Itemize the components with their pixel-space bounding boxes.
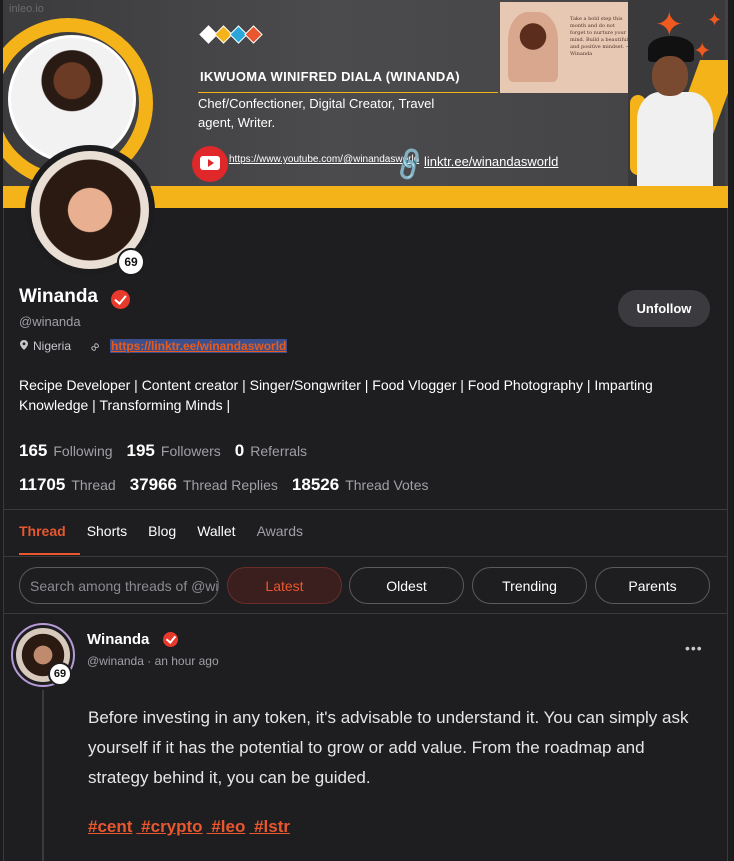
filter-parents-button[interactable]: Parents xyxy=(595,567,710,604)
banner-portrait xyxy=(8,35,136,163)
meta-separator: · xyxy=(147,654,152,668)
profile-website-link[interactable]: https://linktr.ee/winandasworld xyxy=(110,339,288,353)
stat-thread-replies: 37966 Thread Replies xyxy=(129,475,278,494)
hashtag-link[interactable]: #cent xyxy=(88,817,132,836)
post-author-name[interactable]: Winanda xyxy=(87,631,149,648)
star-icon: ✦ xyxy=(655,6,684,44)
tab-wallet[interactable]: Wallet xyxy=(197,523,235,539)
thread-search-input[interactable] xyxy=(19,567,219,604)
stats-row-threads: 11705 Thread 37966 Thread Replies 18526 Thr… xyxy=(19,475,442,495)
banner-youtube-link[interactable]: https://www.youtube.com/@winandasworld xyxy=(229,153,419,166)
youtube-play-icon xyxy=(200,156,220,170)
banner-description: Chef/Confectioner, Digital Creator, Trav… xyxy=(198,96,435,130)
post-author-handle[interactable]: @winanda xyxy=(87,654,144,668)
banner-linktree-link[interactable]: linktr.ee/winandasworld xyxy=(424,154,558,169)
stat-referrals[interactable]: 0 Referrals xyxy=(235,441,307,461)
banner-divider xyxy=(198,92,498,93)
stats-row-social: 165 Following 195 Followers 0 Referrals xyxy=(19,441,321,461)
stat-thread-votes: 18526 Thread Votes xyxy=(291,475,429,494)
profile-bio: Recipe Developer | Content creator | Sin… xyxy=(19,377,653,413)
banner-watermark: inleo.io xyxy=(9,3,44,15)
hashtag-link[interactable]: #crypto xyxy=(141,817,202,836)
verified-icon xyxy=(111,290,130,309)
profile-handle: @winanda xyxy=(19,314,81,329)
banner-diamonds xyxy=(199,25,263,44)
more-options-icon[interactable]: ••• xyxy=(685,640,703,656)
banner-chef-body xyxy=(637,92,713,186)
hashtag-link[interactable]: #lstr xyxy=(254,817,290,836)
divider xyxy=(3,613,728,614)
stat-followers[interactable]: 195 Followers xyxy=(127,441,221,461)
tab-thread[interactable]: Thread xyxy=(19,523,66,539)
profile-location: Nigeria xyxy=(33,339,72,353)
post-meta: @winanda · an hour ago xyxy=(87,654,219,668)
thread-connector-line xyxy=(42,690,44,861)
banner-chef-face xyxy=(652,56,688,96)
star-icon: ✦ xyxy=(707,10,723,30)
post-tags: #cent #crypto #leo #lstr xyxy=(88,817,294,837)
reputation-badge: 69 xyxy=(117,248,145,276)
profile-tabs: Thread Shorts Blog Wallet Awards xyxy=(19,523,324,539)
post-body: Before investing in any token, it's advi… xyxy=(88,708,689,787)
divider xyxy=(3,509,728,510)
profile-name: Winanda xyxy=(19,286,98,307)
star-icon: ✦ xyxy=(693,38,712,63)
post-timestamp[interactable]: an hour ago xyxy=(155,654,219,668)
divider xyxy=(3,556,728,557)
tab-shorts[interactable]: Shorts xyxy=(87,523,127,539)
stat-thread: 11705 Thread xyxy=(19,475,116,494)
filter-trending-button[interactable]: Trending xyxy=(472,567,587,604)
stat-following[interactable]: 165 Following xyxy=(19,441,113,461)
active-tab-indicator xyxy=(19,553,80,555)
filter-oldest-button[interactable]: Oldest xyxy=(349,567,464,604)
location-pin-icon xyxy=(20,340,28,350)
unfollow-button[interactable]: Unfollow xyxy=(618,290,710,327)
quote-card-text: Take a bold step this month and do not f… xyxy=(570,16,631,57)
banner-quote-card: Take a bold step this month and do not f… xyxy=(500,2,635,93)
post-reputation-badge: 69 xyxy=(48,662,72,686)
filter-latest-button[interactable]: Latest xyxy=(227,567,342,604)
verified-icon xyxy=(163,632,178,647)
quote-card-photo xyxy=(508,12,558,82)
banner-full-name: IKWUOMA WINIFRED DIALA (WINANDA) xyxy=(200,69,460,84)
tab-blog[interactable]: Blog xyxy=(148,523,176,539)
hashtag-link[interactable]: #leo xyxy=(211,817,245,836)
tab-awards[interactable]: Awards xyxy=(257,523,303,539)
